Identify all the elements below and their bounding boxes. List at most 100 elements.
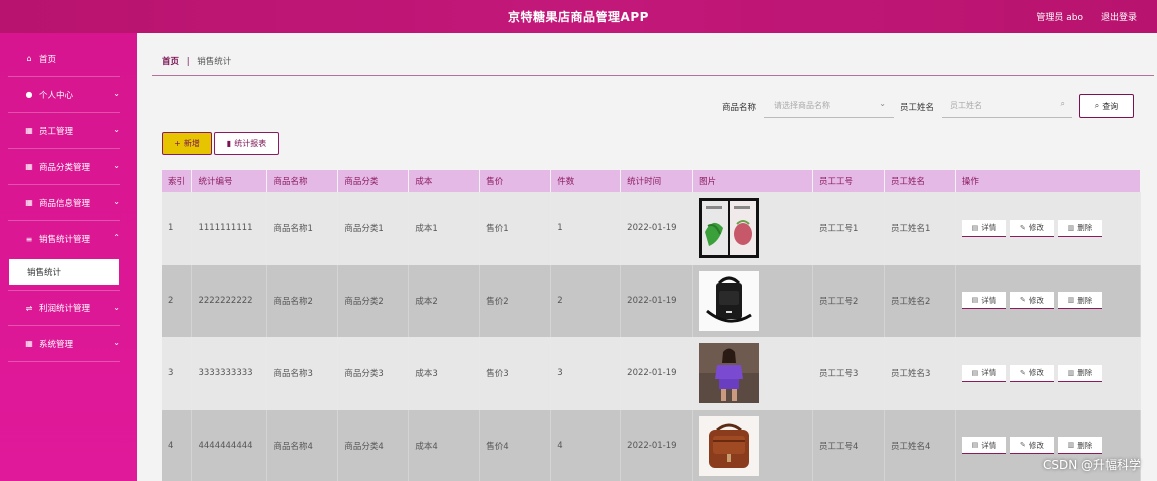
column-header[interactable]: 商品分类 (337, 170, 410, 192)
cell-price: 售价4 (479, 409, 552, 481)
sidebar-item-employee[interactable]: ▦ 员工管理 ⌄ (8, 113, 120, 149)
edit-button[interactable]: ✎ 修改 (1009, 219, 1054, 237)
cell-price: 售价1 (479, 192, 552, 265)
cell-code: 1111111111 (191, 192, 268, 265)
report-button-label: 统计报表 (234, 139, 267, 148)
edit-button[interactable]: ✎ 修改 (1009, 364, 1054, 382)
cell-emp-name: 员工姓名3 (884, 337, 956, 410)
employee-name-label: 员工姓名 (900, 103, 935, 113)
column-header[interactable]: 件数 (550, 170, 622, 192)
chevron-up-icon: ⌃ (113, 233, 120, 242)
table-row: 1 1111111111 商品名称1 商品分类1 成本1 售价1 1 2022-… (162, 192, 1142, 265)
cell-count: 3 (550, 337, 622, 410)
report-button[interactable]: ▮ 统计报表 (214, 132, 279, 155)
sidebar-item-label: 员工管理 (39, 126, 74, 137)
sidebar-item-home[interactable]: ⌂ 首页 (8, 41, 120, 77)
black-bag-image[interactable] (699, 270, 760, 331)
column-header[interactable]: 索引 (162, 170, 193, 192)
column-header[interactable]: 员工工号 (812, 170, 885, 192)
pencil-icon: ✎ (1019, 296, 1026, 305)
cell-index: 2 (162, 264, 193, 337)
cell-image (692, 409, 814, 481)
sidebar-item-sales-stats[interactable]: ≡ 销售统计管理 ⌃ (8, 221, 120, 257)
breadcrumb-home[interactable]: 首页 (162, 57, 179, 67)
chevron-down-icon: ⌄ (113, 303, 120, 312)
delete-button[interactable]: ▥ 删除 (1057, 292, 1102, 310)
sidebar-item-label: 利润统计管理 (39, 304, 91, 314)
employee-name-input[interactable]: 员工姓名 ⌕ (942, 94, 1072, 118)
edit-button[interactable]: ✎ 修改 (1009, 437, 1054, 455)
sidebar-item-label: 商品信息管理 (39, 198, 91, 209)
top-bar: 京特糖果店商品管理APP 管理员 abo 退出登录 (0, 0, 1157, 33)
delete-button[interactable]: ▥ 删除 (1057, 364, 1102, 382)
cell-name: 商品名称2 (266, 264, 339, 337)
sidebar-item-profit-stats[interactable]: ⇌ 利润统计管理 ⌄ (8, 290, 120, 326)
sidebar-item-system[interactable]: ▦ 系统管理 ⌄ (8, 326, 120, 362)
delete-button[interactable]: ▥ 删除 (1057, 437, 1102, 455)
edit-label: 修改 (1028, 368, 1044, 378)
detail-label: 详情 (981, 295, 997, 305)
detail-button[interactable]: ▤ 详情 (961, 364, 1006, 382)
sidebar-item-personal-center[interactable]: ● 个人中心 ⌄ (8, 77, 120, 113)
pencil-icon: ✎ (1019, 441, 1026, 450)
search-icon: ⌕ (1094, 101, 1100, 110)
grid-icon: ▦ (25, 126, 33, 135)
cell-emp-name: 员工姓名4 (884, 409, 956, 481)
sidebar-item-category[interactable]: ▦ 商品分类管理 ⌄ (8, 149, 120, 185)
app-title: 京特糖果店商品管理APP (508, 10, 649, 24)
table-row: 4 4444444444 商品名称4 商品分类4 成本4 售价4 4 2022-… (162, 409, 1142, 481)
product-name-select[interactable]: 请选择商品名称 ⌄ (764, 94, 894, 118)
cell-index: 4 (162, 409, 193, 481)
current-user: 管理员 abo (1036, 13, 1083, 23)
trash-icon: ▥ (1067, 223, 1075, 232)
add-button[interactable]: + 新增 (162, 132, 212, 155)
edit-button[interactable]: ✎ 修改 (1009, 292, 1054, 310)
cell-cost: 成本4 (408, 409, 481, 481)
cell-price: 售价2 (479, 264, 552, 337)
sidebar-item-product-info[interactable]: ▦ 商品信息管理 ⌄ (8, 185, 120, 221)
logout-link[interactable]: 退出登录 (1101, 10, 1137, 23)
snack-packages-image[interactable] (699, 198, 760, 259)
sales-table: 索引 统计编号 商品名称 商品分类 成本 售价 件数 统计时间 图片 员工工号 … (162, 170, 1142, 481)
detail-button[interactable]: ▤ 详情 (961, 437, 1006, 455)
cell-emp-no: 员工工号4 (812, 409, 885, 481)
chevron-down-icon: ⌄ (879, 99, 886, 108)
purple-outfit-image[interactable] (699, 343, 760, 404)
grid-icon: ▦ (25, 198, 33, 207)
column-header[interactable]: 商品名称 (266, 170, 339, 192)
column-header[interactable]: 售价 (479, 170, 552, 192)
sliders-icon: ⇌ (25, 303, 33, 313)
detail-button[interactable]: ▤ 详情 (961, 292, 1006, 310)
submenu-item-sales-stats[interactable]: 销售统计 (9, 259, 119, 285)
detail-button[interactable]: ▤ 详情 (961, 219, 1006, 237)
detail-label: 详情 (981, 440, 997, 450)
sidebar-item-label: 系统管理 (39, 339, 74, 350)
table-row: 2 2222222222 商品名称2 商品分类2 成本2 售价2 2 2022-… (162, 264, 1142, 337)
query-button[interactable]: ⌕ 查询 (1079, 94, 1134, 118)
column-header[interactable]: 统计编号 (191, 170, 268, 192)
cell-cost: 成本1 (408, 192, 481, 265)
column-header[interactable]: 员工姓名 (884, 170, 956, 192)
breadcrumb-current: 销售统计 (197, 57, 232, 67)
cell-index: 1 (162, 192, 193, 265)
sidebar-item-label: 首页 (39, 54, 57, 65)
detail-label: 详情 (981, 368, 997, 378)
cell-time: 2022-01-19 (620, 264, 694, 337)
cell-name: 商品名称1 (266, 192, 339, 265)
sidebar-item-label: 商品分类管理 (39, 162, 91, 173)
cell-count: 2 (550, 264, 622, 337)
add-button-label: 新增 (183, 139, 200, 148)
column-header[interactable]: 统计时间 (620, 170, 694, 192)
cell-category: 商品分类4 (337, 409, 410, 481)
cell-image (692, 337, 814, 410)
cell-index: 3 (162, 337, 193, 410)
chevron-down-icon: ⌄ (113, 338, 120, 347)
cell-actions: ▤ 详情 ✎ 修改 ▥ 删除 (955, 192, 1142, 265)
cell-category: 商品分类2 (337, 264, 410, 337)
brown-bag-image[interactable] (699, 415, 760, 476)
query-button-label: 查询 (1102, 101, 1119, 111)
delete-button[interactable]: ▥ 删除 (1057, 219, 1102, 237)
column-header[interactable]: 成本 (408, 170, 481, 192)
document-icon: ▤ (971, 223, 979, 232)
cell-emp-no: 员工工号2 (812, 264, 885, 337)
